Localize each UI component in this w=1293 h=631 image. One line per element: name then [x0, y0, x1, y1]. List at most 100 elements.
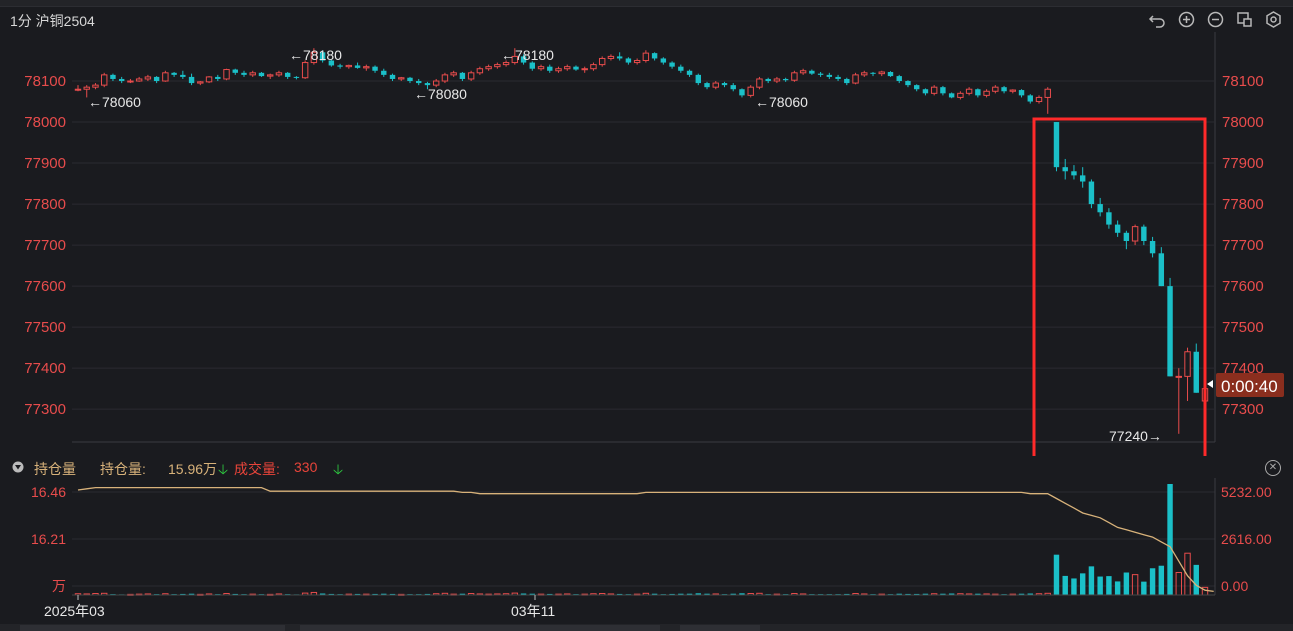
candle-body [975, 89, 981, 96]
vol-tick-top: 5232.00 [1221, 484, 1272, 500]
candle-body [756, 78, 763, 88]
candle-body [852, 74, 859, 84]
candle-body [930, 86, 938, 94]
candle-body [1035, 96, 1043, 103]
candle-body [1018, 90, 1025, 96]
volume-bar [1141, 581, 1147, 595]
zoom-in-icon[interactable] [1177, 10, 1196, 29]
candle-body [1044, 88, 1051, 98]
candle-body [870, 72, 876, 74]
candle-body [905, 81, 911, 86]
oi-unit-label: 万 [52, 578, 66, 594]
candle-body [651, 53, 658, 59]
time-label-mid: 03年11 [511, 603, 555, 619]
collapse-triangle-icon[interactable] [12, 461, 24, 473]
candle-body [547, 66, 553, 71]
candle-body [275, 72, 283, 76]
volume-bar [1158, 565, 1165, 595]
candle-body [598, 57, 606, 66]
price-tick-label: 78000 [1222, 114, 1264, 131]
candle-body [721, 83, 728, 86]
price-grid [72, 32, 1216, 443]
candle-body [957, 92, 964, 98]
candle-body [127, 80, 134, 83]
candle-body [153, 76, 160, 82]
candle-body [398, 77, 405, 80]
candle-body [92, 84, 99, 88]
annotation-high-78180-a: ←78180 [289, 47, 342, 63]
volume-oi-chart[interactable]: 16.46 16.21 万 5232.00 2616.00 0.00 2025年… [0, 478, 1293, 624]
candle-body [1053, 122, 1060, 168]
symbol-label[interactable]: 1分 沪铜2504 [10, 11, 95, 31]
volume-bar [1123, 572, 1130, 595]
vol-tick-zero: 0.00 [1221, 578, 1248, 594]
candle-body [564, 66, 571, 70]
candle-body [1001, 87, 1007, 92]
candle-body [223, 69, 230, 80]
candle-body [1009, 89, 1017, 92]
candle-body [1106, 212, 1112, 225]
candle-body [118, 78, 125, 82]
countdown-tag: 0:00:40 [1207, 373, 1284, 397]
candle-body [704, 83, 710, 88]
candle-body [301, 62, 309, 79]
candlestick-chart[interactable]: 78100 78000 77900 77800 77700 77600 77500 77400… [0, 32, 1293, 456]
candle-body [1167, 286, 1173, 377]
close-pane-icon[interactable]: ✕ [1265, 460, 1281, 476]
candle-body [809, 70, 815, 74]
annotation-low-77240: 77240→ [1109, 428, 1162, 444]
price-tick-label: 77800 [24, 196, 66, 213]
candle-body [669, 62, 675, 67]
candle-body [1184, 351, 1191, 377]
candle-body [1114, 224, 1121, 233]
candle-body [573, 66, 579, 70]
scroll-segment[interactable] [20, 625, 285, 631]
candle-body [878, 71, 885, 75]
candle-body [1071, 171, 1077, 176]
candle-body [1079, 175, 1086, 182]
candle-body [537, 66, 545, 70]
candle-body [101, 74, 108, 86]
candle-body [1175, 375, 1182, 378]
candle-body [1088, 181, 1095, 205]
candle-body [887, 71, 894, 77]
candle-body [799, 70, 807, 74]
scroll-segment[interactable] [300, 625, 660, 631]
candle-body [1158, 253, 1165, 287]
price-tick-label: 78000 [24, 114, 66, 131]
candle-body [441, 74, 449, 82]
candle-body [1062, 167, 1068, 172]
candle-body [844, 78, 850, 84]
annotation-low-78060-b: ←78060 [755, 94, 808, 110]
settings-icon[interactable] [1264, 10, 1283, 29]
candle-body [284, 72, 291, 77]
volume-bar [1053, 554, 1060, 595]
layout-icon[interactable] [1235, 10, 1254, 29]
candle-body [861, 72, 868, 76]
scroll-segment[interactable] [680, 625, 760, 631]
annotation-low-78080: ←78080 [414, 86, 467, 102]
candle-body [773, 78, 781, 82]
candle-body [712, 82, 719, 88]
candle-body [686, 70, 693, 75]
candle-body [817, 73, 824, 75]
candle-body [180, 74, 186, 77]
candle-body [110, 74, 116, 79]
zoom-out-icon[interactable] [1206, 10, 1225, 29]
undo-icon[interactable] [1148, 10, 1167, 29]
volume-bar [1106, 576, 1112, 595]
bottom-scrollbar[interactable] [0, 624, 1293, 631]
candle-body [1123, 232, 1130, 241]
candle-body [782, 78, 789, 81]
volume-bar [1088, 566, 1095, 595]
price-tick-label: 78100 [24, 73, 66, 90]
volume-pane-title[interactable]: 持仓量 [34, 459, 76, 479]
candle-body [948, 93, 955, 98]
volume-bar [1079, 573, 1086, 595]
candle-body [144, 76, 152, 80]
volume-axis-right: 5232.00 2616.00 0.00 [1221, 484, 1272, 594]
volume-bar [1149, 568, 1156, 595]
candle-body [416, 81, 422, 84]
candle-body [581, 68, 588, 71]
candle-body [258, 72, 265, 77]
